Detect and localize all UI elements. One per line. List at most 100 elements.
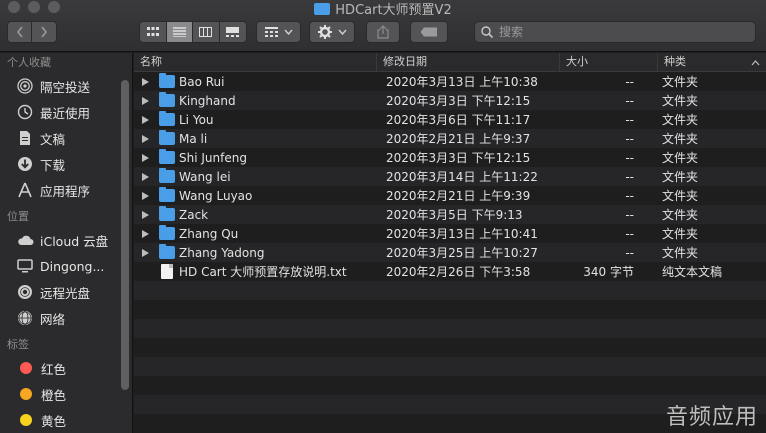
disclosure-triangle-icon[interactable] <box>142 248 149 257</box>
disclosure-triangle-icon[interactable] <box>142 134 149 143</box>
file-size-cell: -- <box>625 245 634 260</box>
applications-icon <box>16 181 34 199</box>
tag-button[interactable] <box>410 21 448 43</box>
file-name-cell: Wang Luyao <box>134 187 377 203</box>
table-row <box>134 357 766 376</box>
folder-icon <box>159 206 175 221</box>
text-file-icon <box>161 264 173 279</box>
sidebar-item-computer[interactable]: Dingong... <box>0 253 132 279</box>
table-row <box>134 338 766 357</box>
file-name-cell: Zhang Qu <box>134 225 377 241</box>
folder-icon <box>159 130 175 145</box>
icloud-icon <box>16 231 34 249</box>
documents-icon <box>16 129 34 147</box>
disclosure-triangle-icon[interactable] <box>142 153 149 162</box>
forward-button[interactable] <box>32 22 56 42</box>
disclosure-triangle-icon[interactable] <box>142 96 149 105</box>
action-menu-button[interactable] <box>309 21 355 43</box>
group-icon <box>264 27 278 37</box>
sidebar-heading-tags: 标签 <box>7 338 29 351</box>
file-kind-cell: 文件夹 <box>662 170 699 184</box>
sidebar-item-documents[interactable]: 文稿 <box>0 125 132 151</box>
table-row[interactable]: Bao Rui 2020年3月13日 上午10:38 -- 文件夹 <box>134 72 766 91</box>
file-name-cell: Kinghand <box>134 92 377 108</box>
table-row[interactable]: HD Cart 大师预置存放说明.txt 2020年2月26日 下午3:58 340… <box>134 262 766 281</box>
column-header-size[interactable]: 大小 <box>560 53 658 72</box>
file-date-cell: 2020年3月3日 下午12:15 <box>386 151 531 165</box>
file-size-cell: -- <box>625 74 634 89</box>
file-kind-cell: 文件夹 <box>662 208 699 222</box>
table-row <box>134 300 766 319</box>
file-name-cell: Ma li <box>134 130 377 146</box>
file-kind-cell: 文件夹 <box>662 246 699 260</box>
grid-icon <box>146 27 159 36</box>
folder-icon <box>159 73 175 88</box>
table-row[interactable]: Zhang Qu 2020年3月13日 上午10:41 -- 文件夹 <box>134 224 766 243</box>
table-row <box>134 319 766 338</box>
folder-icon <box>159 92 175 107</box>
window-title: HDCart大师预置V2 <box>0 0 766 18</box>
share-icon <box>377 25 389 39</box>
table-row[interactable]: Shi Junfeng 2020年3月3日 下午12:15 -- 文件夹 <box>134 148 766 167</box>
column-view-button[interactable] <box>193 22 220 42</box>
sort-ascending-icon <box>751 60 760 66</box>
disclosure-triangle-icon[interactable] <box>142 191 149 200</box>
sidebar-item-downloads[interactable]: 下载 <box>0 151 132 177</box>
table-row[interactable]: Zack 2020年3月5日 下午9:13 -- 文件夹 <box>134 205 766 224</box>
sidebar-item-remote-disc[interactable]: 远程光盘 <box>0 279 132 305</box>
file-date-cell: 2020年2月21日 上午9:39 <box>386 189 531 203</box>
back-button[interactable] <box>8 22 33 42</box>
table-row[interactable]: Ma li 2020年2月21日 上午9:37 -- 文件夹 <box>134 129 766 148</box>
icon-view-button[interactable] <box>140 22 167 42</box>
tag-icon <box>420 27 437 37</box>
table-row[interactable]: Wang Luyao 2020年2月21日 上午9:39 -- 文件夹 <box>134 186 766 205</box>
downloads-icon <box>16 155 34 173</box>
disclosure-triangle-icon[interactable] <box>142 229 149 238</box>
file-date-cell: 2020年3月13日 上午10:41 <box>386 227 538 241</box>
file-kind-cell: 文件夹 <box>662 113 699 127</box>
sidebar-tag-yellow[interactable]: 黄色 <box>0 407 132 433</box>
table-row[interactable]: Zhang Yadong 2020年3月25日 上午10:27 -- 文件夹 <box>134 243 766 262</box>
disclosure-triangle-icon[interactable] <box>142 172 149 181</box>
group-by-button[interactable] <box>256 21 301 43</box>
yellow-tag-icon <box>20 414 32 426</box>
sidebar-item-icloud[interactable]: iCloud 云盘 <box>0 227 132 253</box>
sidebar-item-applications[interactable]: 应用程序 <box>0 177 132 203</box>
folder-icon <box>159 168 175 183</box>
file-kind-cell: 文件夹 <box>662 151 699 165</box>
disclosure-triangle-icon[interactable] <box>142 210 149 219</box>
sidebar-item-airdrop[interactable]: 隔空投送 <box>0 73 132 99</box>
sidebar-scrollbar[interactable] <box>121 80 129 390</box>
file-size-cell: -- <box>625 207 634 222</box>
column-header-date[interactable]: 修改日期 <box>377 53 560 72</box>
file-date-cell: 2020年3月25日 上午10:27 <box>386 246 538 260</box>
table-row[interactable]: Kinghand 2020年3月3日 下午12:15 -- 文件夹 <box>134 91 766 110</box>
sidebar-tag-red[interactable]: 红色 <box>0 355 132 381</box>
chevron-down-icon <box>283 29 293 35</box>
file-kind-cell: 纯文本文稿 <box>662 265 723 279</box>
sidebar-item-recents[interactable]: 最近使用 <box>0 99 132 125</box>
disclosure-triangle-icon[interactable] <box>142 77 149 86</box>
file-kind-cell: 文件夹 <box>662 94 699 108</box>
file-name-cell: Zhang Yadong <box>134 244 377 260</box>
table-row[interactable]: Li You 2020年3月6日 下午11:17 -- 文件夹 <box>134 110 766 129</box>
gallery-view-button[interactable] <box>220 22 246 42</box>
search-field[interactable] <box>474 21 756 43</box>
column-header-kind[interactable]: 种类 <box>658 53 766 72</box>
orange-tag-icon <box>20 388 32 400</box>
folder-icon <box>159 244 175 259</box>
column-header-name[interactable]: 名称 <box>134 53 377 72</box>
search-icon <box>481 26 493 38</box>
file-size-cell: -- <box>625 169 634 184</box>
share-button[interactable] <box>366 21 400 43</box>
disclosure-triangle-icon[interactable] <box>142 115 149 124</box>
list-view-button[interactable] <box>166 22 193 42</box>
file-date-cell: 2020年2月21日 上午9:37 <box>386 132 531 146</box>
table-row[interactable]: Wang lei 2020年3月14日 上午11:22 -- 文件夹 <box>134 167 766 186</box>
sidebar-tag-orange[interactable]: 橙色 <box>0 381 132 407</box>
search-input[interactable] <box>499 25 739 39</box>
red-tag-icon <box>20 362 32 374</box>
list-icon <box>172 27 186 37</box>
sidebar-item-network[interactable]: 网络 <box>0 305 132 331</box>
table-row <box>134 376 766 395</box>
